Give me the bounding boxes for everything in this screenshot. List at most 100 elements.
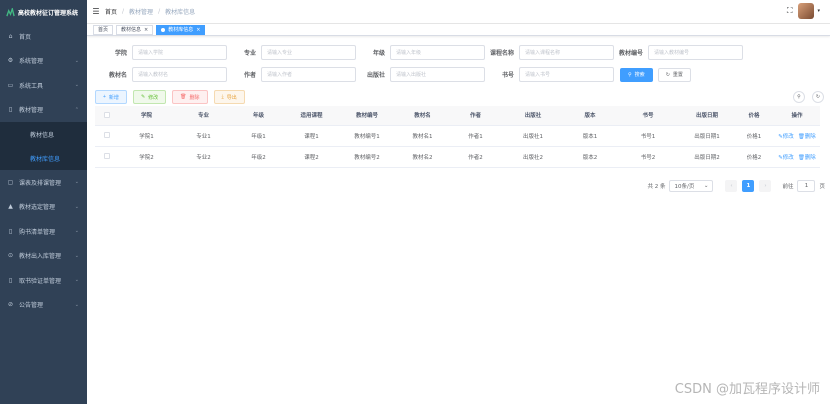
column-header: 教材编号 (338, 106, 396, 126)
isbn-label: 书号 (501, 72, 514, 79)
publisher-input[interactable] (390, 67, 485, 82)
warehouse-icon: ⊙ (7, 252, 14, 260)
author-input[interactable] (261, 67, 356, 82)
page-size-select[interactable]: 10条/页 ⌄ (669, 180, 714, 192)
textbook-number-label: 教材编号 (618, 50, 643, 57)
search-toggle-icon[interactable]: ⚲ (793, 91, 805, 103)
close-icon[interactable]: × (144, 27, 148, 33)
textbook-name-input[interactable] (132, 67, 227, 82)
table-row[interactable]: 学院1 专业1 年级1 课程1 教材编号1 教材名1 作者1 出版社1 版本1 … (95, 125, 820, 147)
chevron-down-icon: ⌄ (74, 277, 79, 284)
watermark: CSDN @加瓦程序设计师 (674, 382, 820, 397)
goto-page-input[interactable]: 1 (797, 180, 816, 192)
sidebar-item-inventory[interactable]: ⊙ 教材出入库管理 ⌄ (0, 244, 87, 269)
college-input[interactable] (132, 45, 227, 60)
sidebar-subitem-textbook-library[interactable]: 教材库信息 (0, 146, 87, 170)
tag-textbook-library[interactable]: 教材库信息 × (156, 24, 206, 35)
close-icon[interactable]: × (196, 27, 200, 33)
major-input[interactable] (261, 45, 356, 60)
table-cell: 教材编号2 (338, 146, 396, 168)
export-button[interactable]: ⤓ 导出 (213, 90, 245, 104)
sidebar-item-system-management[interactable]: ⚙ 系统管理 ⌄ (0, 49, 87, 74)
table-header-row: 学院 专业 年级 适用课程 教材编号 教材名 作者 出版社 版本 书号 出版日期… (95, 106, 820, 126)
search-button[interactable]: ⚲ 搜索 (620, 67, 653, 82)
add-button[interactable]: + 新增 (95, 90, 127, 104)
chevron-down-icon: ⌄ (74, 301, 79, 308)
table-cell: 版本1 (564, 125, 616, 147)
chevron-down-icon: ⌄ (74, 82, 79, 89)
select-all-checkbox[interactable] (95, 106, 118, 126)
column-header: 年级 (232, 106, 285, 126)
breadcrumb-item: 教材管理 (129, 9, 154, 16)
course-name-input[interactable] (519, 45, 614, 60)
hamburger-icon[interactable]: ☰ (87, 7, 105, 16)
page-number-button[interactable]: 1 (742, 180, 755, 192)
app-brand[interactable]: 高校教材征订管理系统 (0, 0, 87, 24)
grade-label: 年级 (372, 50, 385, 57)
avatar[interactable] (798, 3, 815, 19)
sidebar-subitem-textbook-info[interactable]: 教材信息 (0, 122, 87, 146)
row-edit-link[interactable]: ✎修改 (778, 134, 794, 140)
column-header: 出版日期 (680, 106, 734, 126)
chevron-down-icon: ⌄ (74, 57, 79, 64)
sidebar-item-textbook-management[interactable]: ▯ 教材管理 ⌃ (0, 98, 87, 123)
sidebar-item-label: 购书清单管理 (19, 228, 56, 236)
gear-icon: ⚙ (7, 57, 14, 65)
table-cell: 出版社2 (502, 146, 564, 168)
table-row[interactable]: 学院2 专业2 年级2 课程2 教材编号2 教材名2 作者2 出版社2 版本2 … (95, 146, 820, 168)
chevron-down-icon: ⌄ (74, 203, 79, 210)
table-cell: 学院2 (118, 146, 175, 168)
edit-button[interactable]: ✎ 修改 (132, 90, 167, 104)
sidebar-item-schedule[interactable]: ▢ 课表及排课管理 ⌄ (0, 170, 87, 195)
textbook-number-input[interactable] (648, 45, 743, 60)
prev-page-button[interactable]: ‹ (725, 180, 738, 192)
row-delete-link[interactable]: 🗑删除 (798, 134, 816, 140)
sidebar-item-home[interactable]: ⌂ 首页 (0, 24, 87, 49)
column-header: 操作 (774, 106, 820, 126)
tags-view: 首页 教材信息 × 教材库信息 × (87, 24, 830, 36)
row-checkbox[interactable] (95, 125, 118, 147)
isbn-input[interactable] (519, 67, 614, 82)
textbook-name-label: 教材名 (108, 72, 127, 79)
sidebar-item-textbook-selection[interactable]: ▲ 教材选定管理 ⌄ (0, 195, 87, 220)
sidebar-item-pickup-verify[interactable]: ▯ 取书验证单管理 ⌄ (0, 268, 87, 293)
sidebar-item-label: 课表及排课管理 (19, 179, 62, 187)
sidebar-item-purchase-list[interactable]: ▯ 购书清单管理 ⌄ (0, 219, 87, 244)
breadcrumb-item[interactable]: 首页 (105, 7, 117, 16)
page-unit-label: 页 (819, 184, 825, 190)
sidebar-item-label: 教材库信息 (30, 155, 61, 163)
logo-icon (6, 7, 15, 16)
next-page-button[interactable]: › (759, 180, 772, 192)
search-form-row: 学院 专业 年级 课程名称 教材编号 (95, 45, 743, 60)
table-cell: 课程2 (285, 146, 338, 168)
tag-home[interactable]: 首页 (93, 24, 114, 35)
table-cell: 出版日期2 (680, 146, 734, 168)
sidebar-item-label: 首页 (19, 33, 32, 41)
row-edit-link[interactable]: ✎修改 (778, 155, 794, 161)
refresh-icon[interactable]: ↻ (812, 91, 824, 103)
course-name-label: 课程名称 (489, 50, 514, 57)
table-tools: ⚲ ↻ (793, 91, 824, 103)
verify-icon: ▯ (8, 276, 13, 284)
tag-textbook-info[interactable]: 教材信息 × (116, 24, 154, 35)
chevron-down-icon: ⌄ (703, 183, 709, 189)
sidebar-item-label: 教材信息 (30, 131, 55, 139)
caret-down-icon[interactable]: ▾ (817, 8, 820, 14)
row-delete-link[interactable]: 🗑删除 (798, 155, 816, 161)
table-cell: 价格2 (734, 146, 774, 168)
reset-button[interactable]: ↻ 重置 (657, 67, 691, 82)
breadcrumb-separator: / (158, 8, 161, 15)
delete-button[interactable]: 🗑 删除 (172, 90, 208, 104)
table-cell: 书号1 (616, 125, 680, 147)
fullscreen-icon[interactable]: ⛶ (787, 6, 793, 16)
sidebar-item-notice[interactable]: ⊘ 公告管理 ⌄ (0, 293, 87, 318)
sidebar-item-system-tools[interactable]: ▭ 系统工具 ⌄ (0, 73, 87, 98)
plus-icon: + (103, 94, 106, 100)
chevron-down-icon: ⌄ (74, 252, 79, 259)
grade-input[interactable] (390, 45, 485, 60)
goto-label: 前往 (782, 184, 794, 190)
table-cell: 价格1 (734, 125, 774, 147)
trash-icon: 🗑 (797, 133, 805, 140)
row-checkbox[interactable] (95, 146, 118, 168)
search-form-row: 教材名 作者 出版社 书号 ⚲ 搜索 ↻ 重置 (95, 67, 691, 82)
